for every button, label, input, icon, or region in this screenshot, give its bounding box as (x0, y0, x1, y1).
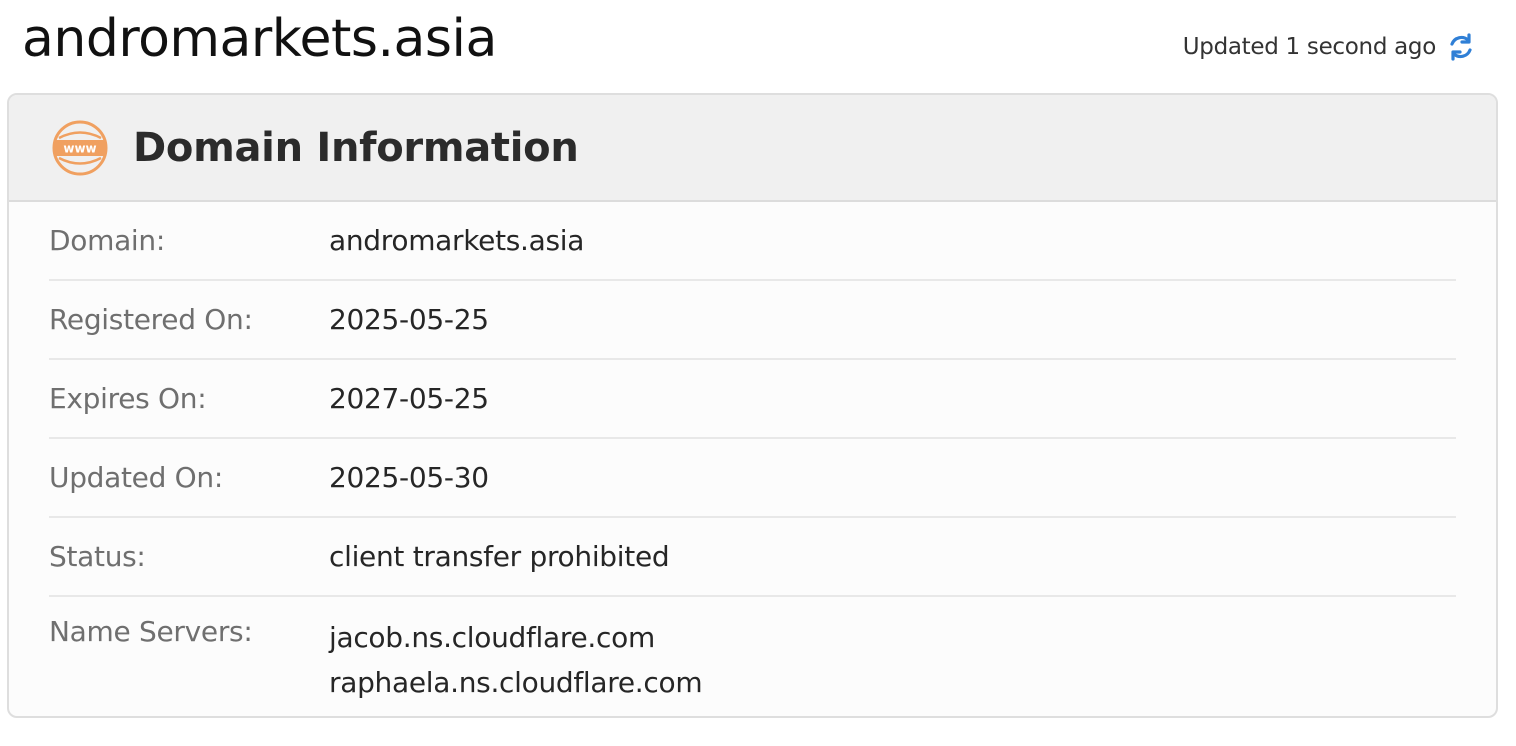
name-server: raphaela.ns.cloudflare.com (329, 666, 703, 699)
row-label: Name Servers: (49, 615, 253, 648)
refresh-icon (1450, 33, 1472, 61)
card-title: Domain Information (133, 124, 579, 171)
row-expires-on: Expires On: 2027-05-25 (49, 360, 1456, 439)
row-label: Expires On: (49, 382, 207, 415)
row-value: andromarkets.asia (329, 224, 585, 257)
row-domain: Domain: andromarkets.asia (49, 202, 1456, 281)
refresh-button[interactable] (1446, 32, 1476, 62)
updated-text: Updated 1 second ago (1182, 34, 1437, 60)
card-header: www Domain Information (9, 95, 1496, 202)
row-value: 2025-05-30 (329, 461, 489, 494)
domain-information-card: www Domain Information Domain: andromark… (7, 93, 1498, 718)
row-updated-on: Updated On: 2025-05-30 (49, 439, 1456, 518)
row-label: Updated On: (49, 461, 223, 494)
row-name-servers: Name Servers: jacob.ns.cloudflare.com ra… (49, 597, 1456, 705)
row-label: Registered On: (49, 303, 253, 336)
row-registered-on: Registered On: 2025-05-25 (49, 281, 1456, 360)
row-status: Status: client transfer prohibited (49, 518, 1456, 597)
row-value: 2027-05-25 (329, 382, 489, 415)
row-value: 2025-05-25 (329, 303, 489, 336)
updated-status: Updated 1 second ago (1183, 32, 1476, 62)
domain-info-list: Domain: andromarkets.asia Registered On:… (49, 202, 1456, 705)
www-icon-text: www (63, 141, 96, 155)
row-label: Domain: (49, 224, 165, 257)
page-title: andromarkets.asia (22, 9, 497, 69)
www-icon: www (52, 120, 108, 175)
name-server: jacob.ns.cloudflare.com (329, 621, 655, 654)
name-server-list: jacob.ns.cloudflare.com raphaela.ns.clou… (329, 615, 703, 705)
row-value: client transfer prohibited (329, 540, 670, 573)
row-label: Status: (49, 540, 146, 573)
page-header: andromarkets.asia Updated 1 second ago (0, 0, 1516, 92)
